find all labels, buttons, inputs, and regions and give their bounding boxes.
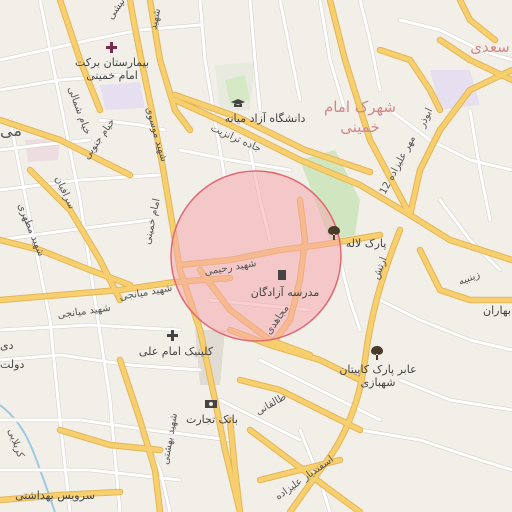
district-label-emam-khomeini-2: خمینی xyxy=(340,118,380,136)
landuse-area xyxy=(100,82,145,110)
baharan-label: بهاران xyxy=(483,304,511,317)
edge-label: دی xyxy=(0,339,14,352)
service-label: سرویس بهداشتی xyxy=(15,489,95,502)
map-canvas[interactable]: شهرک امام خمینی سعدی بیمارستان برکت امام… xyxy=(0,0,512,512)
map-view[interactable]: شهرک امام خمینی سعدی بیمارستان برکت امام… xyxy=(0,0,512,512)
school-poi[interactable] xyxy=(278,270,286,280)
kapitan-label-2: شهبازی xyxy=(361,376,396,389)
district-label-emam-khomeini: شهرک امام xyxy=(324,98,396,116)
school-label: مدرسه آزادگان xyxy=(251,285,320,299)
kapitan-label: عابر پارک کاپیتان xyxy=(339,363,416,376)
school-icon xyxy=(278,270,286,280)
park-laleh-label: پارک لاله xyxy=(346,237,387,250)
edge-label: دولت xyxy=(0,358,24,371)
university-label: دانشگاه آزاد میانه xyxy=(225,111,306,125)
bank-label: بانک تجارت xyxy=(186,413,238,426)
hospital-label: بیمارستان برکت xyxy=(75,56,149,69)
bank-poi[interactable] xyxy=(205,400,217,408)
clinic-label: کلینیک امام علی xyxy=(139,345,214,358)
edge-label: می xyxy=(0,121,22,140)
hospital-label-2: امام خمینی xyxy=(86,69,138,82)
district-label-saadi: سعدی xyxy=(470,38,509,56)
bank-icon-coin xyxy=(209,402,213,406)
search-radius-circle[interactable] xyxy=(170,170,342,342)
